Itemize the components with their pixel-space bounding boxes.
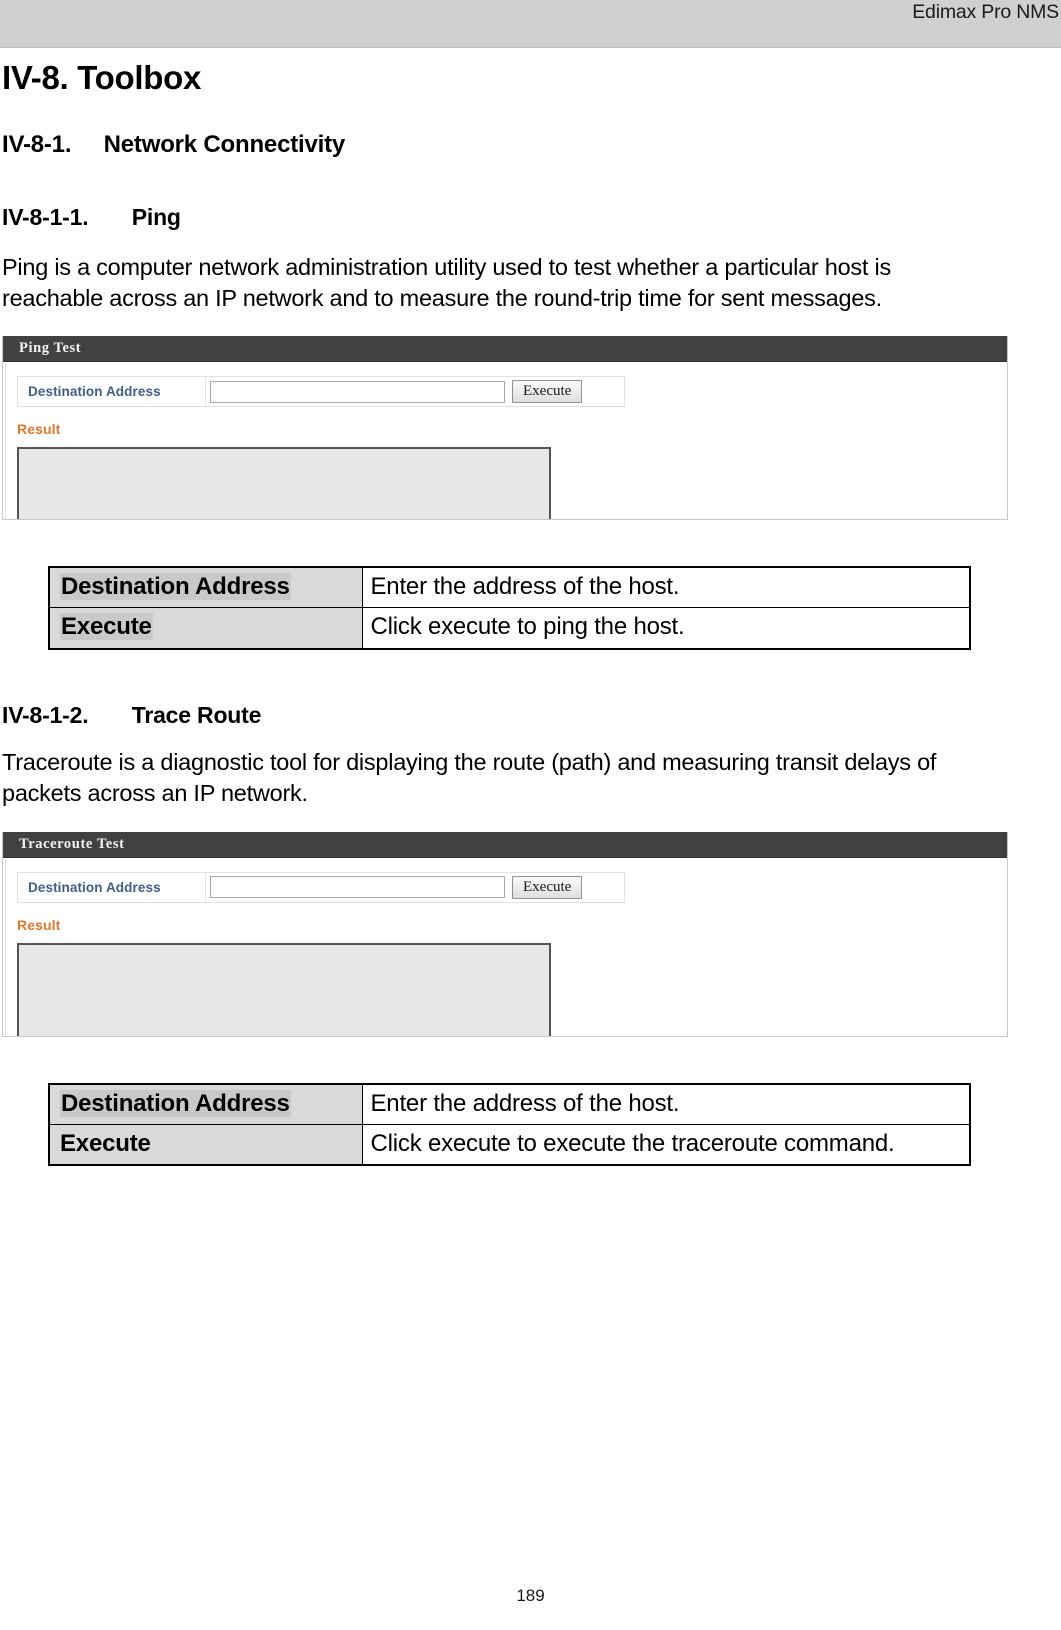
table-value-cell: Click execute to ping the host. [361, 607, 971, 650]
ping-panel-title: Ping Test [19, 340, 82, 357]
table-key-text: Execute [60, 613, 153, 641]
running-header-title: Edimax Pro NMS [912, 1, 1059, 23]
ping-result-label: Result [17, 421, 61, 438]
ping-destination-row: Destination Address Execute [17, 376, 625, 408]
traceroute-execute-button[interactable]: Execute [512, 875, 583, 899]
subsection-title-traceroute: Trace Route [131, 701, 262, 728]
traceroute-panel-titlebar: Traceroute Test [3, 831, 1007, 858]
ping-destination-input-wrap: Execute [206, 377, 586, 406]
subsection-body-ping: Ping is a computer network administratio… [2, 253, 891, 311]
subsection-heading-gap-ping [88, 204, 131, 230]
table-row: Execute Click execute to execute the tra… [48, 1123, 971, 1166]
subsection-heading-traceroute: IV-8-1-2. Trace Route [0, 702, 1061, 730]
ping-destination-label: Destination Address [18, 377, 206, 407]
traceroute-destination-label: Destination Address [18, 872, 206, 902]
table-key-text: Destination Address [60, 573, 291, 601]
subsection-body-traceroute: Traceroute is a diagnostic tool for disp… [2, 749, 937, 807]
table-value-cell: Enter the address of the host. [361, 1083, 971, 1125]
section-heading: IV-8-1. Network Connectivity [0, 98, 1061, 160]
ping-execute-button[interactable]: Execute [512, 380, 583, 404]
table-key-text: Destination Address [60, 1089, 291, 1117]
traceroute-destination-input[interactable] [210, 876, 505, 899]
ping-description-table: Destination Address Enter the address of… [48, 566, 971, 650]
traceroute-panel-left-rail [3, 858, 6, 1036]
section-number: IV-8-1. [2, 131, 72, 159]
table-key-text: Execute [60, 1129, 151, 1157]
table-key-cell: Execute [48, 1123, 363, 1166]
traceroute-panel-title: Traceroute Test [19, 835, 125, 852]
table-row: Destination Address Enter the address of… [48, 566, 971, 609]
chapter-title: IV-8. Toolbox [2, 59, 201, 96]
ping-panel-body: Destination Address Execute Result [3, 362, 1007, 520]
ping-destination-input[interactable] [210, 380, 505, 403]
ping-result-box[interactable] [17, 447, 551, 520]
traceroute-description-table: Destination Address Enter the address of… [48, 1082, 971, 1166]
subsection-number-traceroute: IV-8-1-2. [2, 701, 89, 728]
table-key-cell: Destination Address [48, 566, 363, 609]
traceroute-result-box[interactable] [17, 942, 551, 1036]
subsection-number-ping: IV-8-1-1. [2, 204, 89, 231]
page-number: 189 [516, 1586, 545, 1605]
table-key-cell: Destination Address [48, 1083, 363, 1125]
section-title: Network Connectivity [103, 131, 346, 159]
table-row: Execute Click execute to ping the host. [48, 607, 971, 650]
table-key-cell: Execute [48, 607, 363, 650]
traceroute-result-label: Result [17, 916, 61, 933]
table-value-cell: Enter the address of the host. [361, 566, 971, 609]
traceroute-test-screenshot: Traceroute Test Destination Address Exec… [2, 831, 1008, 1037]
ping-panel-left-rail [3, 363, 6, 520]
section-heading-gap [71, 131, 103, 158]
traceroute-destination-input-wrap: Execute [206, 873, 586, 902]
page-running-header: Edimax Pro NMS [0, 0, 1061, 48]
table-row: Destination Address Enter the address of… [48, 1083, 971, 1125]
traceroute-destination-row: Destination Address Execute [17, 871, 625, 903]
table-value-cell: Click execute to execute the traceroute … [361, 1123, 971, 1166]
ping-test-screenshot: Ping Test Destination Address Execute Re… [2, 336, 1008, 521]
subsection-title-ping: Ping [131, 204, 181, 231]
subsection-heading-ping: IV-8-1-1. Ping [0, 160, 1061, 232]
ping-panel-titlebar: Ping Test [3, 336, 1007, 363]
subsection-heading-gap-traceroute [88, 702, 131, 728]
traceroute-panel-body: Destination Address Execute Result [3, 858, 1007, 1036]
document-body: IV-8. Toolbox IV-8-1. Network Connectivi… [0, 48, 1061, 1166]
